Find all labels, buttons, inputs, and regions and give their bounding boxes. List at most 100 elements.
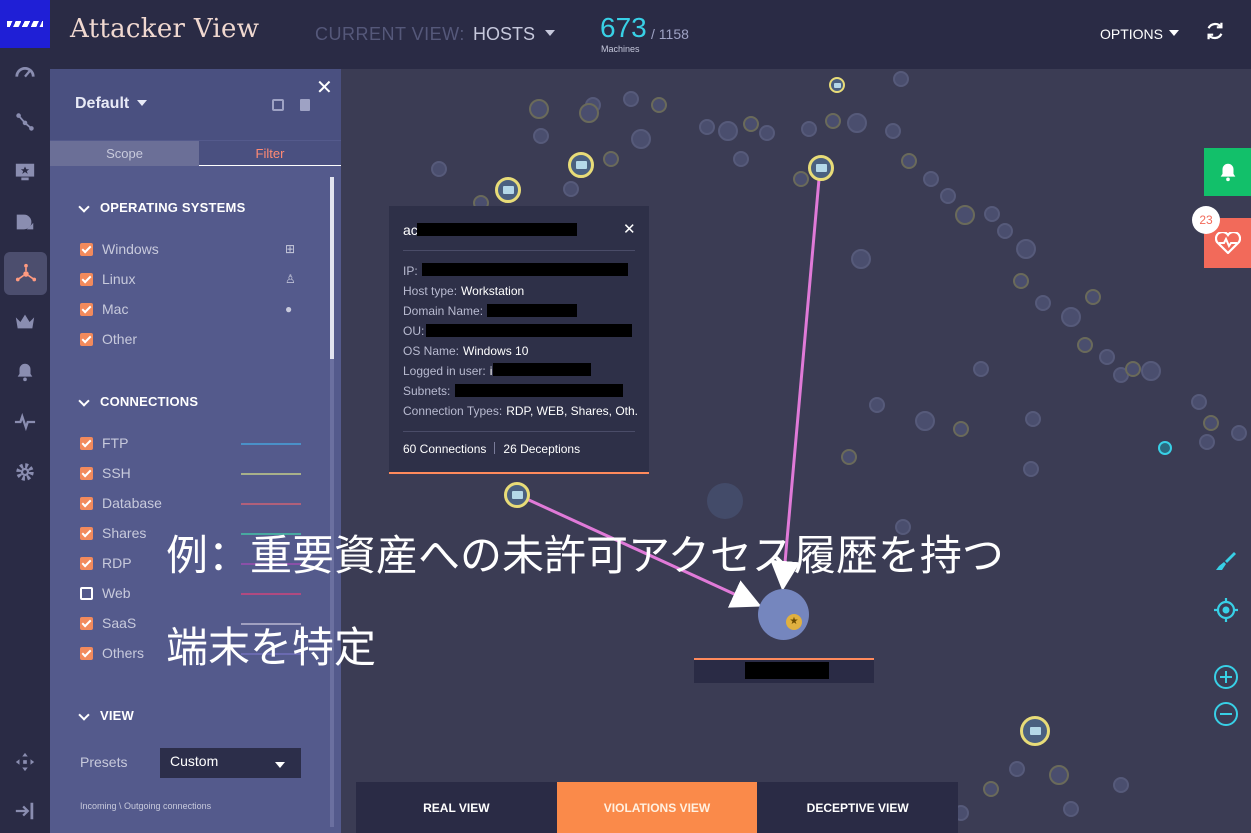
highlight-brush-icon[interactable] (1212, 548, 1240, 576)
background-host-node[interactable] (623, 91, 639, 107)
background-host-node[interactable] (1125, 361, 1141, 377)
background-host-node[interactable] (1025, 411, 1041, 427)
background-host-node[interactable] (893, 71, 909, 87)
refresh-icon[interactable] (1204, 20, 1226, 42)
current-view-select[interactable]: HOSTS (473, 24, 535, 45)
trash-icon[interactable] (300, 99, 310, 111)
background-host-node[interactable] (431, 161, 447, 177)
tab-filter[interactable]: Filter (199, 141, 341, 166)
os-filter-other[interactable]: Other (80, 331, 320, 347)
background-host-node[interactable] (718, 121, 738, 141)
monitor-star-icon[interactable] (7, 154, 43, 190)
background-host-node[interactable] (1231, 425, 1247, 441)
background-host-node[interactable] (1199, 434, 1215, 450)
checkbox[interactable] (80, 587, 93, 600)
background-host-node[interactable] (1099, 349, 1115, 365)
host-node[interactable] (808, 155, 834, 181)
close-icon[interactable]: ✕ (316, 75, 333, 100)
background-host-node[interactable] (1009, 761, 1025, 777)
background-host-node[interactable] (733, 151, 749, 167)
os-filter-windows[interactable]: Windows ⊞ (80, 241, 320, 257)
background-host-node[interactable] (915, 411, 935, 431)
host-node[interactable] (1020, 716, 1050, 746)
options-menu[interactable]: OPTIONS (1100, 26, 1163, 42)
close-icon[interactable]: ✕ (623, 220, 636, 238)
chevron-down-icon[interactable] (137, 100, 147, 106)
background-host-node[interactable] (1023, 461, 1039, 477)
background-host-node[interactable] (529, 99, 549, 119)
background-host-node[interactable] (1061, 307, 1081, 327)
tab-scope[interactable]: Scope (50, 141, 199, 166)
checkbox[interactable] (80, 497, 93, 510)
tab-deceptive-view[interactable]: DECEPTIVE VIEW (757, 782, 959, 833)
deceptions-count[interactable]: 26 Deceptions (503, 442, 580, 456)
alert-bell-icon[interactable] (7, 354, 43, 390)
background-host-node[interactable] (940, 188, 956, 204)
move-arrows-icon[interactable] (7, 744, 43, 780)
background-host-node[interactable] (1063, 801, 1079, 817)
background-host-node[interactable] (631, 129, 651, 149)
zoom-in-icon[interactable] (1212, 663, 1240, 691)
background-host-node[interactable] (953, 421, 969, 437)
target-asset-node[interactable] (758, 589, 809, 640)
graph-path-icon[interactable] (7, 104, 43, 140)
attacker-view-icon[interactable] (4, 252, 47, 295)
background-host-node[interactable] (1049, 765, 1069, 785)
checkbox[interactable] (80, 243, 93, 256)
background-host-node[interactable] (1077, 337, 1093, 353)
host-node-selected[interactable] (504, 482, 530, 508)
tab-real-view[interactable]: REAL VIEW (356, 782, 557, 833)
chevron-down-icon[interactable] (545, 30, 555, 36)
background-host-node[interactable] (1141, 361, 1161, 381)
connection-filter-ftp[interactable]: FTP (80, 435, 320, 451)
preset-select[interactable]: Default (75, 95, 129, 113)
save-icon[interactable] (272, 99, 284, 111)
connections-count[interactable]: 60 Connections (403, 442, 486, 456)
background-host-node[interactable] (851, 249, 871, 269)
background-host-node[interactable] (603, 151, 619, 167)
background-host-node[interactable] (847, 113, 867, 133)
background-host-node[interactable] (801, 121, 817, 137)
chevron-down-icon[interactable] (1169, 30, 1179, 36)
logout-icon[interactable] (7, 793, 43, 829)
os-filter-mac[interactable]: Mac ● (80, 301, 320, 317)
section-operating-systems[interactable]: OPERATING SYSTEMS (80, 200, 245, 215)
connection-filter-ssh[interactable]: SSH (80, 465, 320, 481)
host-node[interactable] (1158, 441, 1172, 455)
background-host-node[interactable] (923, 171, 939, 187)
deception-icon[interactable] (7, 204, 43, 240)
background-host-node[interactable] (651, 97, 667, 113)
host-node[interactable] (829, 77, 845, 93)
checkbox[interactable] (80, 437, 93, 450)
background-host-node[interactable] (1013, 273, 1029, 289)
background-host-node[interactable] (743, 116, 759, 132)
background-host-node[interactable] (759, 125, 775, 141)
dashboard-gauge-icon[interactable] (7, 54, 43, 90)
checkbox[interactable] (80, 557, 93, 570)
tab-violations-view[interactable]: VIOLATIONS VIEW (556, 782, 758, 833)
host-node[interactable] (495, 177, 521, 203)
background-host-node[interactable] (1016, 239, 1036, 259)
checkbox[interactable] (80, 647, 93, 660)
alerts-button[interactable] (1204, 148, 1251, 196)
scrollbar-thumb[interactable] (330, 177, 334, 359)
background-host-node[interactable] (579, 103, 599, 123)
activity-pulse-icon[interactable] (7, 404, 43, 440)
background-host-node[interactable] (1035, 295, 1051, 311)
checkbox[interactable] (80, 617, 93, 630)
checkbox[interactable] (80, 273, 93, 286)
background-host-node[interactable] (825, 113, 841, 129)
background-host-node[interactable] (841, 449, 857, 465)
background-host-node[interactable] (955, 205, 975, 225)
host-node[interactable] (568, 152, 594, 178)
os-filter-linux[interactable]: Linux ♙ (80, 271, 320, 287)
locate-target-icon[interactable] (1212, 596, 1240, 624)
checkbox[interactable] (80, 303, 93, 316)
chevron-down-icon[interactable] (275, 762, 285, 768)
checkbox[interactable] (80, 467, 93, 480)
logo[interactable] (0, 0, 50, 48)
background-host-node[interactable] (997, 223, 1013, 239)
checkbox[interactable] (80, 527, 93, 540)
background-host-node[interactable] (1203, 415, 1219, 431)
background-host-node[interactable] (1191, 394, 1207, 410)
